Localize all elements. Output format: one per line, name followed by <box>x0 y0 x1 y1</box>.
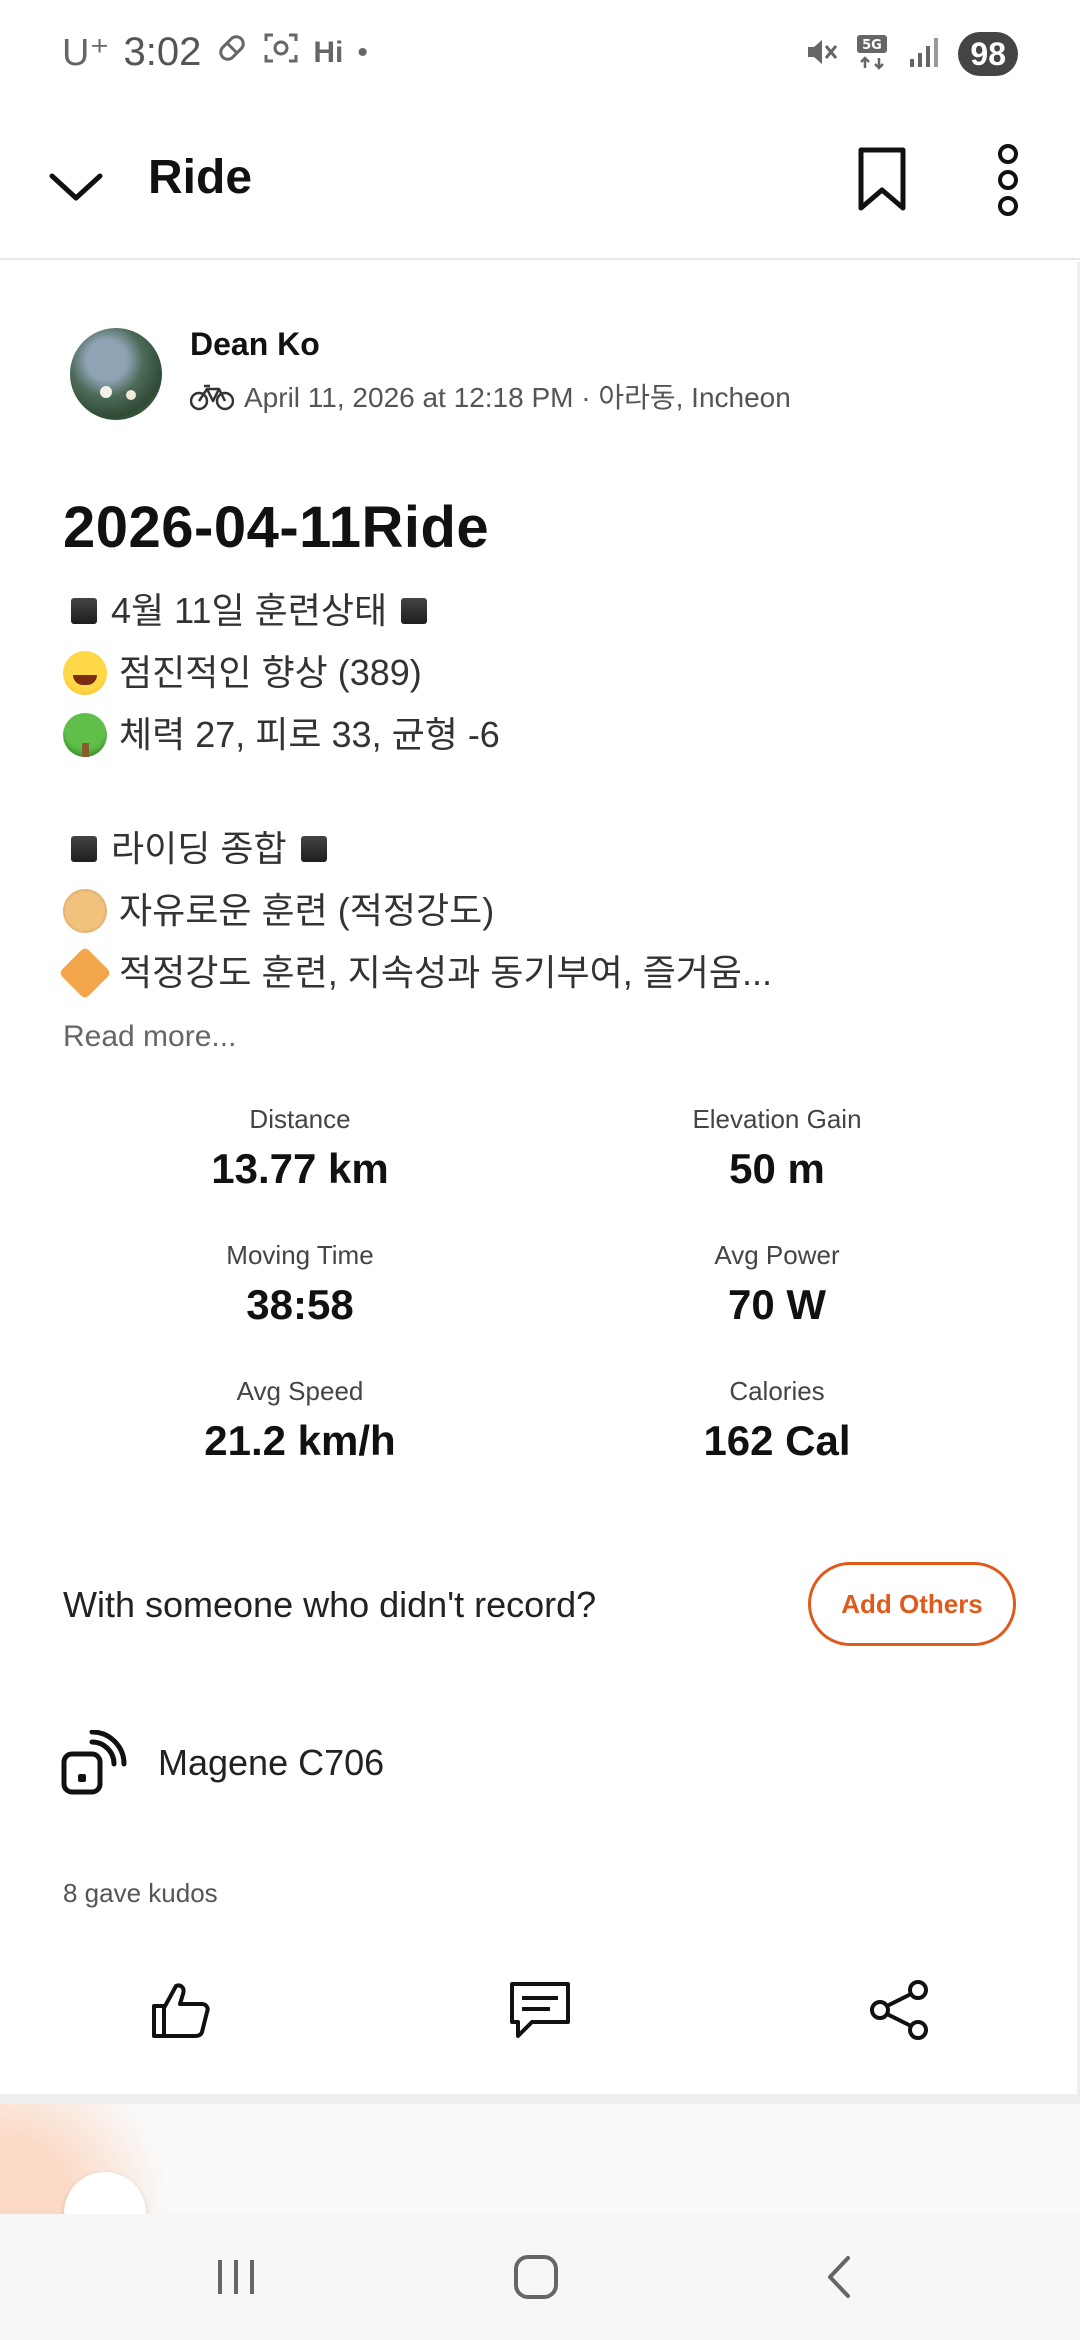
avatar[interactable] <box>70 328 162 420</box>
desc-text: 라이딩 종합 <box>111 828 287 869</box>
black-square-icon <box>401 598 428 624</box>
read-more-link[interactable]: Read more... <box>63 1020 236 1054</box>
chevron-down-icon[interactable] <box>46 158 106 218</box>
black-square-icon <box>71 836 97 862</box>
stat-value: 13.77 km <box>211 1145 389 1192</box>
stat-label: Calories <box>729 1376 825 1406</box>
home-icon[interactable] <box>506 2252 566 2302</box>
stat-label: Moving Time <box>226 1240 374 1270</box>
black-square-icon <box>71 598 97 624</box>
page-title: Ride <box>148 151 253 204</box>
connected-device-icon <box>61 1730 127 1795</box>
stat-calories: Calories 162 Cal <box>577 1376 977 1465</box>
dog-face-icon <box>63 889 107 933</box>
more-options-icon[interactable] <box>996 144 1020 216</box>
thumbs-up-icon <box>152 1983 210 2038</box>
stat-value: 50 m <box>729 1145 825 1192</box>
pill-icon <box>215 31 249 74</box>
with-others-prompt: With someone who didn't record? <box>63 1584 597 1625</box>
comment-icon <box>510 1982 570 2038</box>
mute-icon <box>804 35 838 74</box>
hi-icon: Hi <box>313 35 344 69</box>
carrier-label: U⁺ <box>62 32 110 74</box>
section-divider <box>0 2094 1080 2104</box>
stat-label: Avg Power <box>714 1240 840 1270</box>
stat-value: 38:58 <box>246 1281 354 1328</box>
screenshot-icon <box>263 31 299 74</box>
share-icon <box>870 1980 928 2040</box>
activity-title: 2026-04-11Ride <box>63 495 490 560</box>
stat-distance: Distance 13.77 km <box>100 1104 500 1193</box>
stat-label: Distance <box>249 1104 351 1134</box>
share-button[interactable] <box>860 1970 940 2050</box>
activity-date-location: April 11, 2026 at 12:18 PM · 아라동, Incheo… <box>244 382 791 413</box>
status-bar: U⁺ 3:02 Hi • 5G 98 <box>0 0 1080 110</box>
desc-text: 자유로운 훈련 (적정강도) <box>119 890 495 931</box>
stat-value: 70 W <box>727 1281 827 1328</box>
battery-indicator: 98 <box>958 32 1018 76</box>
back-icon[interactable] <box>810 2252 870 2302</box>
recent-apps-icon[interactable] <box>206 2252 266 2302</box>
desc-line: 4월 11일 훈련상태 <box>63 580 772 642</box>
grinning-face-icon <box>63 651 107 695</box>
comment-button[interactable] <box>500 1970 580 2050</box>
svg-text:5G: 5G <box>863 38 883 53</box>
desc-text: 4월 11일 훈련상태 <box>111 590 388 631</box>
desc-line: 자유로운 훈련 (적정강도) <box>63 880 772 942</box>
desc-line: 점진적인 향상 (389) <box>63 642 772 704</box>
activity-card: Dean Ko April 11, 2026 at 12:18 PM · 아라동… <box>0 262 1080 2104</box>
bike-icon <box>190 384 234 411</box>
add-others-button[interactable]: Add Others <box>808 1562 1016 1646</box>
stat-avg-speed: Avg Speed 21.2 km/h <box>100 1376 500 1465</box>
top-app-bar: Ride <box>0 110 1080 260</box>
next-card-peek <box>0 2104 1080 2214</box>
clock: 3:02 <box>123 30 202 74</box>
stat-label: Elevation Gain <box>692 1104 862 1134</box>
signal-icon <box>906 35 940 74</box>
activity-meta: April 11, 2026 at 12:18 PM · 아라동, Incheo… <box>190 376 791 416</box>
tree-icon <box>63 713 107 757</box>
desc-text: 점진적인 향상 (389) <box>119 652 422 693</box>
kudos-button[interactable] <box>140 1970 220 2050</box>
stat-value: 162 Cal <box>703 1417 851 1464</box>
desc-line: 체력 27, 피로 33, 균형 -6 <box>63 704 772 766</box>
stat-value: 21.2 km/h <box>204 1417 396 1464</box>
black-square-icon <box>300 836 327 862</box>
stat-label: Avg Speed <box>236 1376 364 1406</box>
desc-text: 체력 27, 피로 33, 균형 -6 <box>119 714 500 755</box>
activity-description: 4월 11일 훈련상태 점진적인 향상 (389) 체력 27, 피로 33, … <box>58 580 773 1004</box>
label-tag-icon <box>58 946 112 1000</box>
kudos-count[interactable]: 8 gave kudos <box>63 1878 218 1909</box>
desc-text: 적정강도 훈련, 지속성과 동기부여, 즐거움... <box>119 952 773 993</box>
5g-icon: 5G <box>856 34 888 75</box>
status-right: 5G 98 <box>804 32 1018 76</box>
system-nav-bar <box>0 2214 1080 2340</box>
dot-icon: • <box>357 35 368 69</box>
stat-elevation: Elevation Gain 50 m <box>577 1104 977 1193</box>
bookmark-icon[interactable] <box>856 146 908 212</box>
stat-avg-power: Avg Power 70 W <box>577 1240 977 1329</box>
athlete-name[interactable]: Dean Ko <box>190 326 320 363</box>
status-left: U⁺ 3:02 Hi • <box>62 30 368 75</box>
device-name: Magene C706 <box>158 1742 385 1783</box>
desc-line: 적정강도 훈련, 지속성과 동기부여, 즐거움... <box>58 942 773 1004</box>
stat-moving-time: Moving Time 38:58 <box>100 1240 500 1329</box>
desc-line: 라이딩 종합 <box>63 818 772 880</box>
